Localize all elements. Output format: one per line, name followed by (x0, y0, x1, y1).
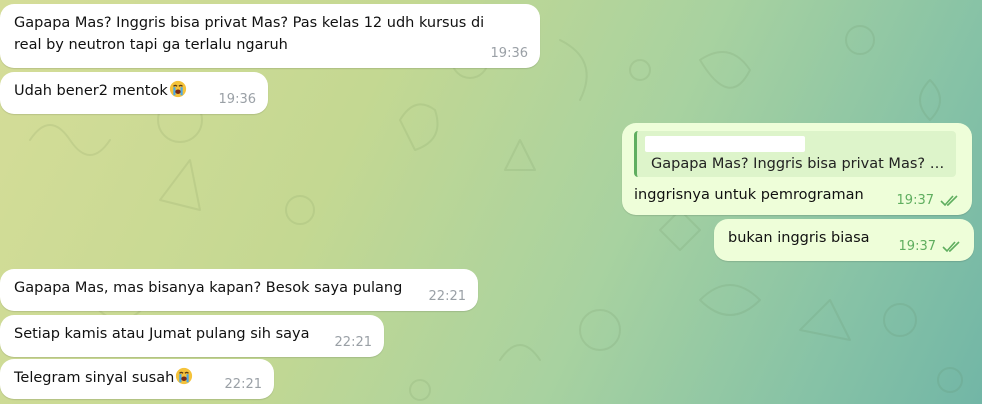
message-text: Setiap kamis atau Jumat pulang sih saya (14, 326, 310, 342)
message-meta: 22:21 (429, 289, 466, 305)
message-meta: 22:21 (335, 335, 372, 351)
loudly-crying-face-icon (176, 367, 193, 385)
message-text: Telegram sinyal susah (14, 370, 175, 386)
reply-sender-name (645, 136, 805, 152)
message-meta: 22:21 (225, 377, 262, 393)
message-time: 22:21 (428, 289, 466, 304)
message-time: 22:21 (334, 335, 372, 350)
message-bubble-incoming[interactable]: Gapapa Mas? Inggris bisa privat Mas? Pas… (0, 4, 540, 68)
message-meta: 19:36 (219, 92, 256, 108)
message-meta: 19:37 (899, 239, 962, 255)
message-bubble-incoming[interactable]: Setiap kamis atau Jumat pulang sih saya … (0, 315, 384, 357)
message-text: inggrisnya untuk pemrograman (634, 187, 864, 203)
message-meta: 19:36 (491, 46, 528, 62)
message-bubble-incoming[interactable]: Gapapa Mas, mas bisanya kapan? Besok say… (0, 269, 478, 311)
message-text: Gapapa Mas, mas bisanya kapan? Besok say… (14, 280, 403, 296)
loudly-crying-face-icon (169, 80, 186, 98)
double-check-icon (942, 241, 960, 253)
reply-quote[interactable]: Gapapa Mas? Inggris bisa privat Mas? Pas… (634, 131, 956, 177)
message-text: Gapapa Mas? Inggris bisa privat Mas? Pas… (14, 15, 485, 53)
message-bubble-incoming[interactable]: Udah bener2 mentok 19:36 (0, 72, 268, 114)
message-time: 19:36 (490, 46, 528, 61)
message-meta: 19:37 (897, 193, 960, 209)
double-check-icon (940, 195, 958, 207)
message-bubble-outgoing[interactable]: bukan inggris biasa 19:37 (714, 219, 974, 261)
message-bubble-incoming[interactable]: Telegram sinyal susah 22:21 (0, 359, 274, 399)
message-bubble-outgoing[interactable]: Gapapa Mas? Inggris bisa privat Mas? Pas… (622, 123, 972, 215)
message-time: 19:37 (898, 239, 936, 254)
message-text: Udah bener2 mentok (14, 83, 168, 99)
message-time: 19:36 (218, 92, 256, 107)
message-time: 19:37 (896, 193, 934, 208)
message-time: 22:21 (224, 377, 262, 392)
reply-quote-text: Gapapa Mas? Inggris bisa privat Mas? Pas… (651, 156, 951, 172)
